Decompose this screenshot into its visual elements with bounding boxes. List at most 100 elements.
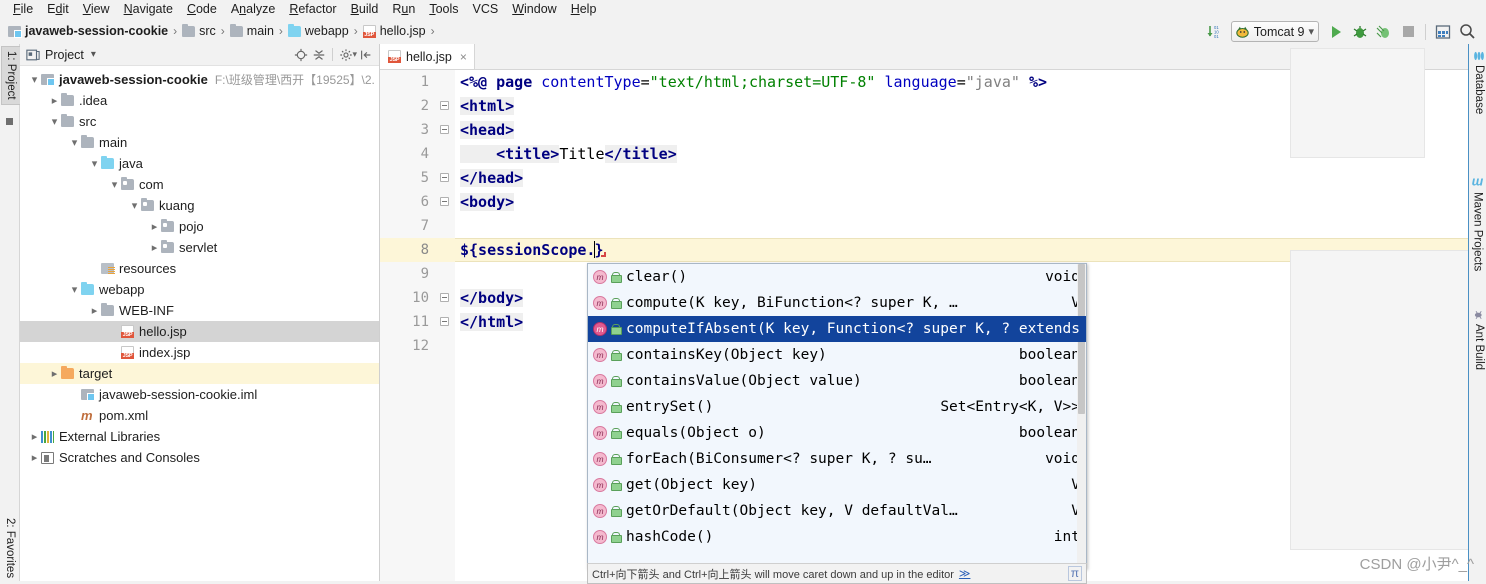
menu-item-analyze[interactable]: Analyze xyxy=(224,0,282,18)
expand-arrow[interactable] xyxy=(68,136,81,149)
tree-row-resources[interactable]: resources xyxy=(20,258,379,279)
chevron-down-icon[interactable]: ▾ xyxy=(1308,25,1314,38)
sort-numeric-icon[interactable]: 01 10 01 xyxy=(1203,21,1225,43)
structure-stripe-icon[interactable] xyxy=(6,118,13,125)
collapse-arrow[interactable] xyxy=(88,304,101,317)
completion-item[interactable]: m containsValue(Object value) boolean xyxy=(588,368,1086,394)
collapse-all-icon[interactable] xyxy=(310,46,328,64)
completion-item[interactable]: m computeIfAbsent(K key, Function<? super… xyxy=(588,316,1086,342)
collapse-arrow[interactable] xyxy=(48,367,61,380)
footer-badge[interactable]: π xyxy=(1067,566,1082,581)
expand-arrow[interactable] xyxy=(128,199,141,212)
menu-item-file[interactable]: File xyxy=(6,0,40,18)
menu-item-code[interactable]: Code xyxy=(180,0,224,18)
code-line[interactable]: </head> xyxy=(455,166,1486,190)
close-icon[interactable]: × xyxy=(460,50,467,64)
sidebar-item-database[interactable]: Database xyxy=(1473,50,1485,114)
tree-row-kuang[interactable]: kuang xyxy=(20,195,379,216)
sidebar-item-project[interactable]: 1: Project xyxy=(1,46,21,105)
completion-item[interactable]: m forEach(BiConsumer<? super K, ? su… void xyxy=(588,446,1086,472)
code-fold-toggle[interactable] xyxy=(440,125,449,134)
collapse-arrow[interactable] xyxy=(48,94,61,107)
tree-row-java[interactable]: java xyxy=(20,153,379,174)
tree-row-external-libraries[interactable]: External Libraries xyxy=(20,426,379,447)
code-line[interactable] xyxy=(455,214,1486,238)
layout-icon[interactable] xyxy=(1432,21,1454,43)
line-number[interactable]: 12 xyxy=(380,334,455,358)
collapse-arrow[interactable] xyxy=(28,430,41,443)
completion-item[interactable]: m containsKey(Object key) boolean xyxy=(588,342,1086,368)
menu-item-navigate[interactable]: Navigate xyxy=(117,0,180,18)
code-fold-toggle[interactable] xyxy=(440,197,449,206)
menu-item-window[interactable]: Window xyxy=(505,0,563,18)
expand-arrow[interactable] xyxy=(48,115,61,128)
hide-icon[interactable] xyxy=(357,46,375,64)
line-number[interactable]: 9 xyxy=(380,262,455,286)
collapse-arrow[interactable] xyxy=(148,220,161,233)
code-fold-toggle[interactable] xyxy=(440,317,449,326)
code-fold-toggle[interactable] xyxy=(440,101,449,110)
run-configuration-selector[interactable]: Tomcat 9 ▾ xyxy=(1230,21,1319,42)
sidebar-item-favorites[interactable]: 2: Favorites xyxy=(1,514,19,582)
line-number[interactable]: 5 xyxy=(380,166,455,190)
tree-row-index-jsp[interactable]: index.jsp xyxy=(20,342,379,363)
menu-item-edit[interactable]: Edit xyxy=(40,0,76,18)
menu-item-run[interactable]: Run xyxy=(385,0,422,18)
run-with-coverage-button[interactable] xyxy=(1373,21,1395,43)
expand-arrow[interactable] xyxy=(28,73,41,86)
menu-item-help[interactable]: Help xyxy=(564,0,604,18)
tab-hello-jsp[interactable]: hello.jsp × xyxy=(380,44,475,69)
completion-item[interactable]: m compute(K key, BiFunction<? super K, … V xyxy=(588,290,1086,316)
tree-row--idea[interactable]: .idea xyxy=(20,90,379,111)
breadcrumb-item-javaweb-session-cookie[interactable]: javaweb-session-cookie xyxy=(8,24,168,38)
code-fold-toggle[interactable] xyxy=(440,173,449,182)
completion-item[interactable]: m clear() void xyxy=(588,264,1086,290)
line-number[interactable]: 1 xyxy=(380,70,455,94)
tree-row-scratches-and-consoles[interactable]: Scratches and Consoles xyxy=(20,447,379,468)
menu-item-refactor[interactable]: Refactor xyxy=(282,0,343,18)
tree-row-webapp[interactable]: webapp xyxy=(20,279,379,300)
completion-item[interactable]: m entrySet() Set<Entry<K, V>> xyxy=(588,394,1086,420)
menu-item-view[interactable]: View xyxy=(76,0,117,18)
sidebar-item-maven-projects[interactable]: m Maven Projects xyxy=(1470,175,1485,271)
sidebar-item-ant-build[interactable]: Ant Build xyxy=(1473,309,1485,370)
search-everywhere-icon[interactable] xyxy=(1456,21,1478,43)
completion-scrollbar[interactable] xyxy=(1077,264,1086,568)
line-number[interactable]: 7 xyxy=(380,214,455,238)
footer-more-link[interactable]: ≫ xyxy=(959,567,971,580)
line-number-gutter[interactable]: 1 2 3 4 5 6 7 8 9 10 11 12 xyxy=(380,70,455,584)
expand-arrow[interactable] xyxy=(108,178,121,191)
breadcrumb-item-webapp[interactable]: webapp xyxy=(287,23,349,38)
completion-item[interactable]: m hashCode() int xyxy=(588,524,1086,550)
expand-arrow[interactable] xyxy=(88,157,101,170)
tree-row-pom-xml[interactable]: m pom.xml xyxy=(20,405,379,426)
completion-list[interactable]: m clear() void m compute(K key, BiFunction<?… xyxy=(588,264,1086,550)
menu-item-tools[interactable]: Tools xyxy=(422,0,465,18)
line-number[interactable]: 6 xyxy=(380,190,455,214)
tree-row-hello-jsp[interactable]: hello.jsp xyxy=(20,321,379,342)
line-number[interactable]: 2 xyxy=(380,94,455,118)
collapse-arrow[interactable] xyxy=(148,241,161,254)
completion-item[interactable]: m getOrDefault(Object key, V defaultVal… V xyxy=(588,498,1086,524)
tree-row-servlet[interactable]: servlet xyxy=(20,237,379,258)
tree-row-web-inf[interactable]: WEB-INF xyxy=(20,300,379,321)
tree-row-main[interactable]: main xyxy=(20,132,379,153)
menu-item-vcs[interactable]: VCS xyxy=(466,0,506,18)
chevron-down-icon[interactable]: ▾ xyxy=(91,49,96,60)
line-number[interactable]: 8 xyxy=(380,238,455,262)
line-number[interactable]: 10 xyxy=(380,286,455,310)
project-file-tree[interactable]: javaweb-session-cookie F:\班级管理\西开【19525】\… xyxy=(20,66,379,584)
tree-row-javaweb-session-cookie[interactable]: javaweb-session-cookie F:\班级管理\西开【19525】\… xyxy=(20,69,379,90)
tree-row-src[interactable]: src xyxy=(20,111,379,132)
completion-item[interactable]: m get(Object key) V xyxy=(588,472,1086,498)
tree-row-pojo[interactable]: pojo xyxy=(20,216,379,237)
locate-icon[interactable] xyxy=(292,46,310,64)
line-number[interactable]: 3 xyxy=(380,118,455,142)
code-line[interactable]: <body> xyxy=(455,190,1486,214)
run-button[interactable] xyxy=(1325,21,1347,43)
tree-row-javaweb-session-cookie-iml[interactable]: javaweb-session-cookie.iml xyxy=(20,384,379,405)
tree-row-com[interactable]: com xyxy=(20,174,379,195)
line-number[interactable]: 11 xyxy=(380,310,455,334)
expand-arrow[interactable] xyxy=(68,283,81,296)
tree-row-target[interactable]: target xyxy=(20,363,379,384)
